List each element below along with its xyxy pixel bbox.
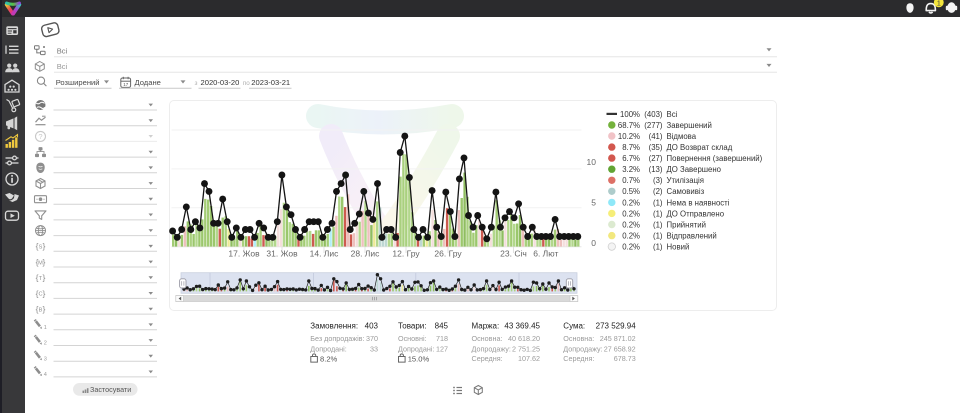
svg-text:27 658.92: 27 658.92: [604, 345, 636, 354]
svg-text:Товари:: Товари:: [398, 321, 426, 330]
svg-text:Основна:: Основна:: [472, 334, 503, 343]
svg-text:245 871.02: 245 871.02: [600, 334, 636, 343]
svg-text:15.0%: 15.0%: [408, 354, 430, 363]
svg-text:Допродані:: Допродані:: [398, 345, 434, 354]
svg-text:40 618.20: 40 618.20: [508, 334, 540, 343]
svg-text:Допродажу:: Допродажу:: [563, 345, 602, 354]
svg-text:Основні:: Основні:: [398, 334, 427, 343]
svg-text:Без допродажів:: Без допродажів:: [310, 334, 364, 343]
svg-text:Допродані:: Допродані:: [310, 345, 346, 354]
svg-text:273 529.94: 273 529.94: [596, 321, 637, 330]
svg-text:Маржа:: Маржа:: [472, 321, 500, 330]
svg-text:678.73: 678.73: [614, 354, 636, 363]
svg-text:8.2%: 8.2%: [320, 354, 338, 363]
svg-text:Замовлення:: Замовлення:: [310, 321, 358, 330]
svg-text:33: 33: [370, 345, 378, 354]
svg-text:Середня:: Середня:: [563, 354, 594, 363]
svg-text:Середня:: Середня:: [472, 354, 503, 363]
svg-text:Допродажу:: Допродажу:: [472, 345, 511, 354]
svg-text:127: 127: [436, 345, 448, 354]
svg-text:718: 718: [436, 334, 448, 343]
svg-text:Основна:: Основна:: [563, 334, 594, 343]
svg-text:2 751.25: 2 751.25: [512, 345, 540, 354]
svg-text:107.62: 107.62: [518, 354, 540, 363]
svg-text:Сума:: Сума:: [563, 321, 585, 330]
svg-text:43 369.45: 43 369.45: [504, 321, 540, 330]
svg-text:403: 403: [365, 321, 379, 330]
svg-text:845: 845: [435, 321, 449, 330]
svg-text:370: 370: [366, 334, 378, 343]
